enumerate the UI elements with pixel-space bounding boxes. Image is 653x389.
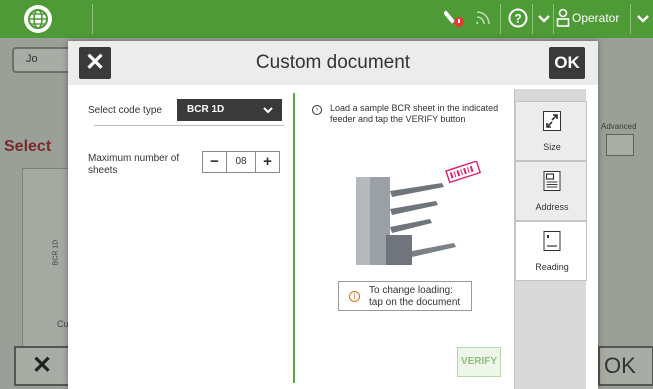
- tab-reading-label: Reading: [535, 262, 569, 272]
- highlighted-sheet: [445, 161, 482, 184]
- topbar-divider: [630, 4, 631, 34]
- chevron-down-icon[interactable]: [636, 8, 650, 33]
- topbar-divider: [553, 4, 554, 34]
- address-document-icon: [543, 171, 561, 191]
- topbar-divider: [92, 4, 93, 34]
- background-select-heading: Select: [4, 138, 52, 155]
- code-type-select[interactable]: BCR 1D: [177, 99, 282, 121]
- max-sheets-stepper: − 08 +: [202, 151, 280, 173]
- tab-reading[interactable]: Reading: [515, 221, 587, 281]
- instruction-text: Load a sample BCR sheet in the indicated…: [330, 103, 499, 124]
- machine-illustration[interactable]: [350, 161, 490, 273]
- back-label: Jo: [26, 53, 38, 65]
- svg-text:?: ?: [514, 12, 521, 26]
- ok-button[interactable]: OK: [549, 47, 585, 79]
- user-name-label[interactable]: Operator: [572, 11, 619, 25]
- tab-address-label: Address: [535, 202, 569, 212]
- globe-icon[interactable]: [24, 5, 52, 33]
- tab-address[interactable]: Address: [515, 161, 587, 221]
- topbar-divider: [532, 4, 533, 34]
- hint-text: To change loading: tap on the document: [369, 285, 460, 309]
- tab-column: Size Address Reading: [514, 89, 587, 389]
- chevron-down-icon[interactable]: [537, 8, 551, 33]
- tab-size-label: Size: [543, 142, 561, 152]
- reading-document-icon: [543, 231, 561, 251]
- hint-line-1: To change loading:: [369, 285, 453, 296]
- topbar-divider: [500, 4, 501, 34]
- increment-button[interactable]: +: [256, 152, 279, 172]
- wifi-icon[interactable]: [474, 8, 492, 31]
- background-close-button: ✕: [14, 346, 70, 386]
- verify-button[interactable]: VERIFY: [457, 347, 501, 377]
- back-button: Jo: [12, 47, 72, 73]
- background-card-bottom: Cu: [57, 319, 69, 329]
- background-ok-button: OK: [598, 346, 653, 386]
- wrench-warning-icon[interactable]: [442, 8, 466, 33]
- machine-base: [386, 235, 412, 265]
- background-card-label: BCR 1D: [52, 239, 60, 266]
- select-code-type-label: Select code type: [88, 105, 162, 116]
- dialog-title: Custom document: [255, 52, 411, 73]
- background-document-card: BCR 1D Cu: [22, 168, 72, 348]
- divider: [94, 125, 284, 126]
- output-tray: [412, 243, 456, 257]
- decrement-button[interactable]: −: [203, 152, 226, 172]
- code-type-value: BCR 1D: [187, 104, 225, 115]
- hint-line-2: tap on the document: [369, 297, 461, 308]
- gear-icon: [606, 134, 634, 156]
- column-divider: [293, 93, 295, 383]
- info-icon: i: [349, 291, 360, 302]
- max-sheets-label: Maximum number of sheets: [88, 153, 180, 176]
- max-sheets-value[interactable]: 08: [226, 152, 256, 172]
- feeder-tray: [390, 183, 444, 197]
- custom-document-dialog: Custom document ✕ OK Select code type BC…: [68, 41, 598, 389]
- loading-hint: i To change loading: tap on the document: [338, 281, 472, 311]
- play-info-icon: ›: [312, 105, 322, 115]
- feeder-tray: [390, 219, 432, 233]
- machine-front: [356, 177, 370, 265]
- advanced-label: Advanced: [601, 122, 637, 131]
- dialog-header: Custom document ✕ OK: [68, 41, 598, 85]
- tab-size[interactable]: Size: [515, 101, 587, 161]
- resize-icon: [543, 111, 561, 131]
- feeder-tray: [390, 201, 438, 215]
- top-bar: ? Operator: [0, 0, 653, 38]
- user-icon[interactable]: [556, 8, 570, 33]
- help-icon[interactable]: ?: [508, 8, 528, 33]
- close-button[interactable]: ✕: [79, 47, 111, 79]
